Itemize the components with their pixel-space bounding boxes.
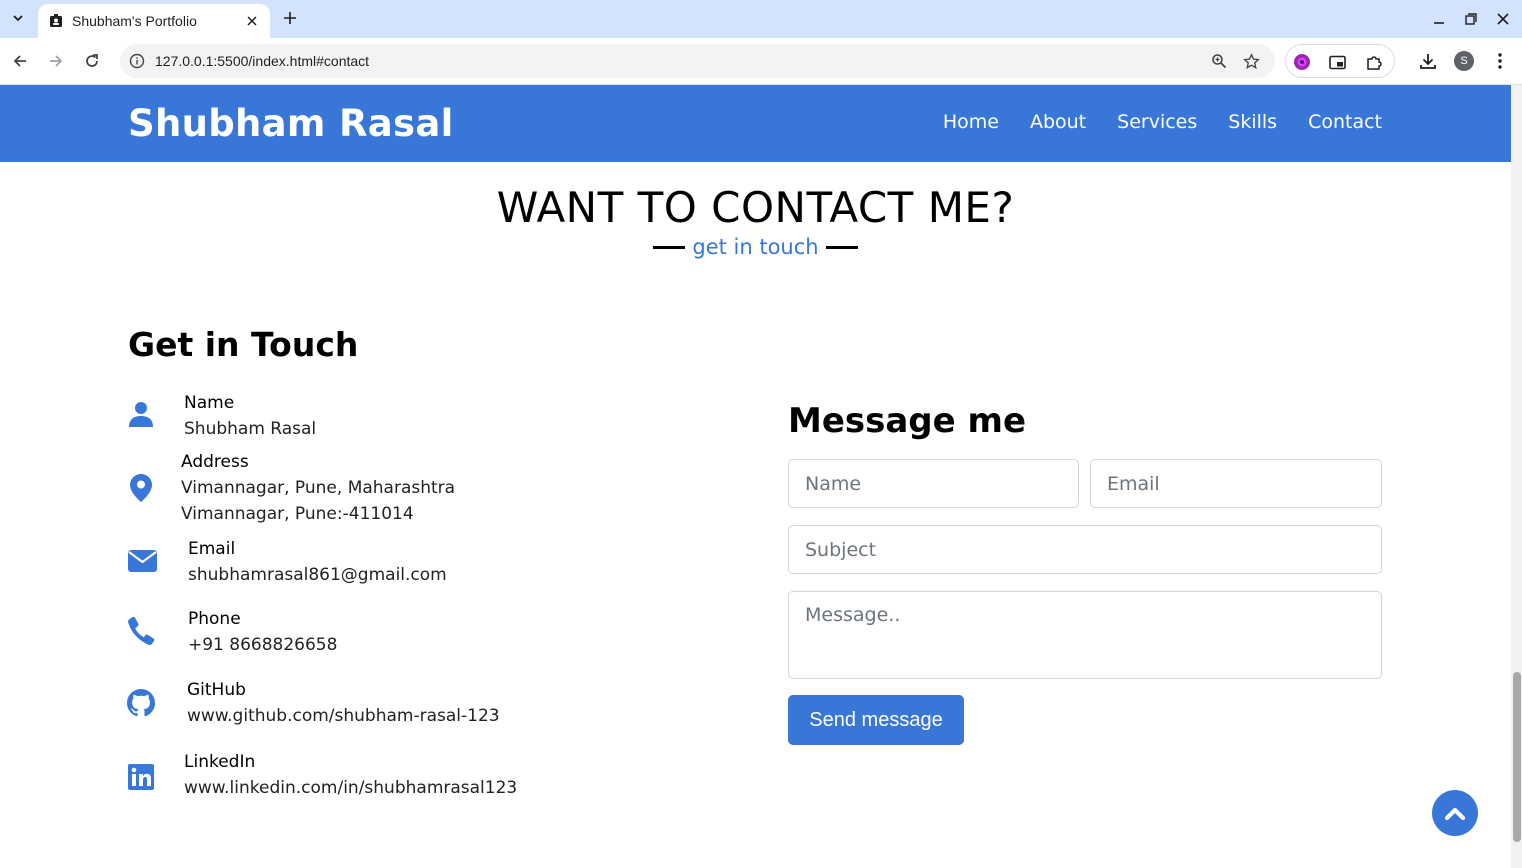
extension-purple-icon[interactable] xyxy=(1293,53,1311,71)
site-navbar: Shubham Rasal Home About Services Skills… xyxy=(0,85,1511,162)
map-marker-icon xyxy=(127,473,155,503)
contact-item-text: LinkedIn www.linkedin.com/in/shubhamrasa… xyxy=(184,749,684,801)
chevron-down-icon xyxy=(13,15,23,22)
section-subtitle-row: get in touch xyxy=(0,235,1511,259)
contact-value: shubhamrasal861@gmail.com xyxy=(188,565,447,585)
browser-tab[interactable]: Shubham's Portfolio xyxy=(38,4,270,38)
nav-link-services[interactable]: Services xyxy=(1117,111,1197,133)
linkedin-icon xyxy=(127,762,155,792)
email-input[interactable] xyxy=(1090,459,1382,508)
contact-value: www.github.com/shubham-rasal-123 xyxy=(187,706,500,726)
subtitle-divider-right xyxy=(825,245,858,249)
contact-label: LinkedIn xyxy=(184,752,256,772)
kebab-menu-icon[interactable] xyxy=(1489,50,1511,72)
badge-favicon-icon xyxy=(48,13,64,29)
zoom-icon[interactable] xyxy=(1210,52,1228,70)
subject-input[interactable] xyxy=(788,525,1382,574)
section-subtitle: get in touch xyxy=(692,235,819,259)
contact-item-text: Phone +91 8668826658 xyxy=(188,606,688,658)
message-textarea[interactable] xyxy=(788,591,1382,679)
contact-info-heading: Get in Touch xyxy=(128,325,359,364)
section-title: WANT TO CONTACT ME? xyxy=(496,183,1015,232)
contact-value: +91 8668826658 xyxy=(188,635,338,655)
profile-avatar[interactable]: S xyxy=(1453,50,1475,72)
contact-value: Shubham Rasal xyxy=(184,419,317,439)
contact-item-text: GitHub www.github.com/shubham-rasal-123 xyxy=(187,677,687,729)
contact-item-text: Address Vimannagar, Pune, Maharashtra Vi… xyxy=(181,449,681,527)
contact-label: Name xyxy=(184,393,235,413)
envelope-icon xyxy=(127,546,157,576)
reload-icon[interactable] xyxy=(81,50,103,72)
back-arrow-icon[interactable] xyxy=(9,50,31,72)
nav-link-contact[interactable]: Contact xyxy=(1308,111,1382,133)
minimize-icon[interactable] xyxy=(1429,9,1449,29)
contact-value: www.linkedin.com/in/shubhamrasal123 xyxy=(184,778,518,798)
send-message-button[interactable]: Send message xyxy=(788,695,964,745)
nav-link-skills[interactable]: Skills xyxy=(1228,111,1277,133)
contact-item-text: Name Shubham Rasal xyxy=(184,390,684,442)
page-viewport: Shubham Rasal Home About Services Skills… xyxy=(0,85,1511,868)
restore-icon[interactable] xyxy=(1461,9,1481,29)
download-icon[interactable] xyxy=(1417,50,1439,72)
message-form-heading: Message me xyxy=(788,401,1027,441)
bookmark-star-icon[interactable] xyxy=(1242,52,1260,70)
address-bar[interactable]: 127.0.0.1:5500/index.html#contact xyxy=(120,44,1275,78)
github-icon xyxy=(127,688,155,718)
new-tab-plus-icon[interactable] xyxy=(280,8,300,28)
forward-arrow-icon[interactable] xyxy=(45,50,67,72)
browser-toolbar: 127.0.0.1:5500/index.html#contact S xyxy=(0,38,1522,85)
contact-label: Email xyxy=(188,539,236,559)
close-window-icon[interactable] xyxy=(1493,9,1513,29)
profile-initial: S xyxy=(1454,51,1474,71)
contact-item-text: Email shubhamrasal861@gmail.com xyxy=(188,536,688,588)
phone-icon xyxy=(127,616,155,646)
nav-menu: Home About Services Skills Contact xyxy=(943,111,1382,133)
nav-link-home[interactable]: Home xyxy=(943,111,999,133)
nav-link-about[interactable]: About xyxy=(1030,111,1086,133)
extensions-group xyxy=(1285,44,1395,78)
site-info-icon[interactable] xyxy=(129,53,145,69)
contact-label: GitHub xyxy=(187,680,246,700)
picture-in-picture-icon[interactable] xyxy=(1328,53,1346,71)
contact-label: Address xyxy=(181,452,249,472)
name-input[interactable] xyxy=(788,459,1079,508)
tab-close-icon[interactable] xyxy=(244,13,260,29)
chevron-up-icon xyxy=(1444,807,1466,821)
scrollbar-thumb[interactable] xyxy=(1513,672,1521,842)
subtitle-divider-left xyxy=(653,245,686,249)
user-icon xyxy=(127,400,155,430)
page-scrollbar[interactable] xyxy=(1511,85,1522,868)
tab-title: Shubham's Portfolio xyxy=(72,13,197,29)
browser-tab-strip: Shubham's Portfolio xyxy=(0,0,1522,38)
back-to-top-button[interactable] xyxy=(1432,790,1478,836)
contact-label: Phone xyxy=(188,609,241,629)
extensions-puzzle-icon[interactable] xyxy=(1365,53,1383,71)
url-text[interactable]: 127.0.0.1:5500/index.html#contact xyxy=(155,53,369,69)
tab-search-button[interactable] xyxy=(6,6,30,30)
site-brand[interactable]: Shubham Rasal xyxy=(128,102,454,145)
contact-value: Vimannagar, Pune, Maharashtra Vimannagar… xyxy=(181,478,456,524)
